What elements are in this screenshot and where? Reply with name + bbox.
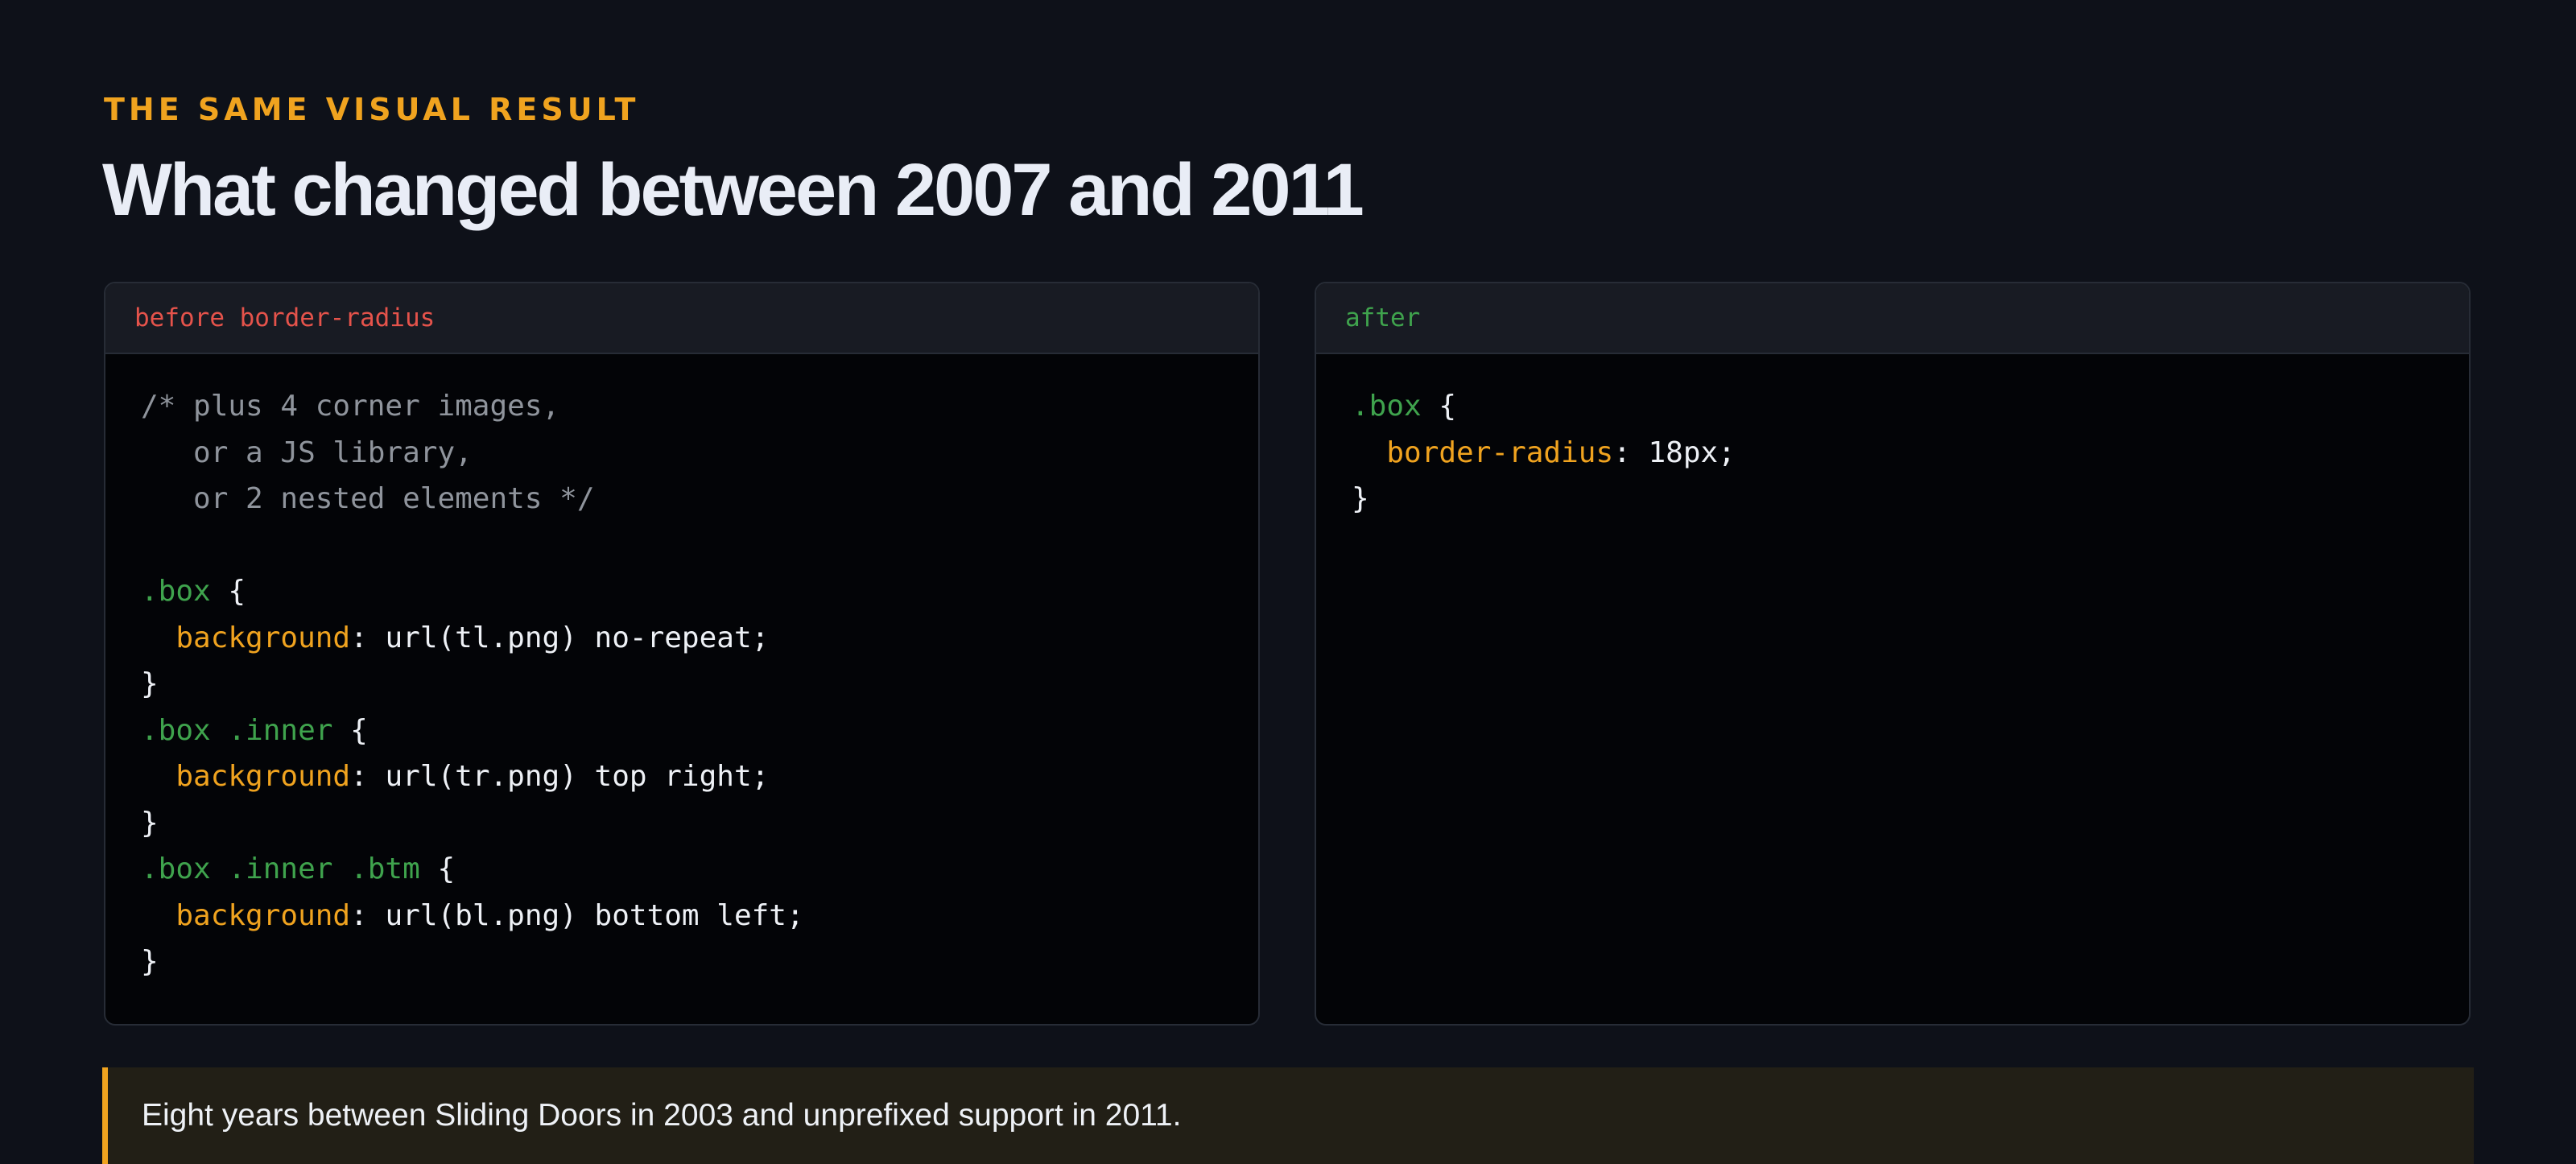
code-selector: .box <box>141 575 211 608</box>
code-comment-line: or a JS library, <box>141 435 473 469</box>
after-code-panel: after .box { border-radius: 18px; } <box>1315 282 2471 1026</box>
code-selector: .box .inner <box>141 713 333 747</box>
before-code-panel: before border-radius /* plus 4 corner im… <box>104 282 1260 1026</box>
before-code-block: /* plus 4 corner images, or a JS library… <box>141 390 804 978</box>
code-value: url(tl.png) no-repeat; <box>385 621 770 654</box>
before-panel-header: before border-radius <box>105 283 1258 354</box>
code-property: background <box>175 621 351 654</box>
page-title: What changed between 2007 and 2011 <box>102 149 1364 231</box>
code-comment-line: or 2 nested elements */ <box>141 482 595 515</box>
code-value: url(tr.png) top right; <box>385 760 770 793</box>
code-comment-line: /* plus 4 corner images, <box>141 390 560 423</box>
section-eyebrow: THE SAME VISUAL RESULT <box>104 92 640 127</box>
code-selector: .box .inner .btm <box>141 852 420 885</box>
callout-note-text: Eight years between Sliding Doors in 200… <box>142 1098 1182 1133</box>
after-code-block: .box { border-radius: 18px; } <box>1352 390 1736 515</box>
before-panel-label: before border-radius <box>134 303 436 332</box>
code-value: 18px; <box>1648 435 1736 469</box>
after-panel-label: after <box>1345 303 1421 332</box>
callout-note: Eight years between Sliding Doors in 200… <box>102 1067 2474 1164</box>
code-selector: .box <box>1352 390 1422 423</box>
code-property: background <box>175 760 351 793</box>
code-property: background <box>175 898 351 932</box>
code-property: border-radius <box>1386 435 1614 469</box>
code-value: url(bl.png) bottom left; <box>385 898 804 932</box>
after-panel-header: after <box>1316 283 2469 354</box>
